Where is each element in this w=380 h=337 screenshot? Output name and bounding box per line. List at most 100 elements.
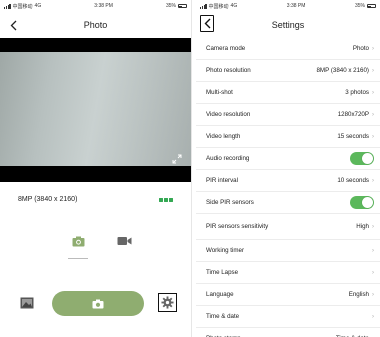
settings-row-label: Photo resolution — [206, 66, 251, 74]
chevron-right-icon: › — [372, 247, 374, 254]
settings-row-video-length[interactable]: Video length 15 seconds › — [196, 126, 380, 148]
settings-row-pir-interval[interactable]: PIR interval 10 seconds › — [196, 170, 380, 192]
settings-row-control: › — [372, 248, 374, 254]
settings-row-control — [350, 196, 374, 209]
settings-row-label: Camera mode — [206, 44, 246, 52]
gallery-icon[interactable] — [20, 297, 34, 309]
preview-image — [0, 52, 191, 166]
nav-bar: Settings — [196, 12, 380, 38]
settings-row-label: Working timer — [206, 246, 245, 254]
settings-list: Camera mode Photo › Photo resolution 8MP (38… — [196, 38, 380, 337]
chevron-right-icon: › — [372, 89, 374, 96]
settings-row-label: Time & date — [206, 312, 240, 320]
camera-icon — [92, 299, 104, 308]
chevron-right-icon: › — [372, 111, 374, 118]
settings-row-control: English › — [349, 291, 374, 298]
chevron-right-icon: › — [372, 67, 374, 74]
resolution-row: 8MP (3840 x 2160) — [18, 196, 173, 203]
settings-row-value: 10 seconds — [337, 177, 369, 184]
settings-row-audio-recording[interactable]: Audio recording — [196, 148, 380, 170]
settings-row-label: Multi-shot — [206, 88, 233, 96]
settings-row-multi-shot[interactable]: Multi-shot 3 photos › — [196, 82, 380, 104]
chevron-right-icon: › — [372, 45, 374, 52]
settings-row-time-date[interactable]: Time & date › — [196, 306, 380, 328]
battery-percent: 35% — [165, 3, 176, 9]
settings-row-label: PIR sensors sensitivity — [206, 222, 269, 230]
video-camera-icon — [117, 237, 131, 245]
clock: 3:38 PM — [94, 3, 113, 9]
settings-row-label: Video resolution — [206, 110, 251, 118]
settings-row-value: 8MP (3840 x 2160) — [316, 67, 369, 74]
settings-row-label: Language — [206, 290, 234, 298]
settings-row-camera-mode[interactable]: Camera mode Photo › — [196, 38, 380, 60]
bottom-toolbar — [0, 290, 191, 318]
settings-row-control: Photo › — [353, 45, 374, 52]
settings-row-pir-sensors-sensitivity[interactable]: PIR sensors sensitivity High › — [196, 214, 380, 240]
settings-row-value: 15 seconds — [337, 133, 369, 140]
camera-preview — [0, 38, 191, 182]
signal-icon — [4, 4, 11, 9]
settings-row-control: High › — [356, 223, 374, 230]
expand-icon[interactable] — [172, 154, 182, 164]
back-button[interactable] — [200, 15, 214, 32]
battery-icon — [177, 4, 187, 8]
settings-row-label: Side PIR sensors — [206, 198, 254, 206]
battery-percent: 35% — [354, 3, 365, 9]
settings-row-video-resolution[interactable]: Video resolution 1280x720P › — [196, 104, 380, 126]
settings-row-control — [350, 152, 374, 165]
settings-row-photo-resolution[interactable]: Photo resolution 8MP (3840 x 2160) › — [196, 60, 380, 82]
chevron-right-icon: › — [372, 133, 374, 140]
resolution-label: 8MP (3840 x 2160) — [18, 196, 78, 203]
video-mode-button[interactable] — [114, 236, 134, 254]
clock: 3:38 PM — [286, 3, 306, 9]
settings-row-value: English — [348, 291, 369, 298]
carrier-label: 中国移动 — [12, 3, 33, 10]
settings-row-control: 3 photos › — [345, 89, 374, 96]
settings-row-value: High — [356, 223, 369, 230]
gear-icon — [161, 296, 174, 309]
settings-screen: 中国移动 4G 3:38 PM 35% Settings Camera mode… — [196, 0, 380, 337]
nav-bar: Photo — [0, 12, 191, 38]
chevron-right-icon: › — [372, 223, 374, 230]
carrier-label: 中国移动 — [208, 3, 229, 10]
settings-row-control: › — [372, 314, 374, 320]
signal-strength-icon — [159, 197, 173, 202]
settings-button[interactable] — [158, 293, 177, 312]
photo-screen: 中国移动 4G 3:38 PM 35% Photo 8MP (3840 x 21… — [0, 0, 192, 337]
settings-row-value: Photo — [352, 45, 369, 52]
settings-row-label: PIR interval — [206, 176, 238, 184]
settings-row-time-lapse[interactable]: Time Lapse › — [196, 262, 380, 284]
signal-icon — [200, 4, 207, 9]
page-title: Settings — [271, 20, 305, 30]
settings-row-label: Video length — [206, 132, 241, 140]
settings-row-control: 1280x720P › — [338, 111, 374, 118]
network-label: 4G — [34, 3, 42, 9]
toggle-switch[interactable] — [350, 152, 374, 165]
settings-row-control: 15 seconds › — [337, 133, 374, 140]
settings-row-language[interactable]: Language English › — [196, 284, 380, 306]
chevron-right-icon: › — [372, 177, 374, 184]
settings-row-control: 10 seconds › — [337, 177, 374, 184]
chevron-right-icon: › — [372, 313, 374, 320]
camera-icon — [72, 236, 84, 247]
chevron-left-icon — [204, 18, 210, 29]
settings-row-control: › — [372, 270, 374, 276]
settings-row-label: Audio recording — [206, 154, 250, 162]
status-bar: 中国移动 4G 3:38 PM 35% — [196, 0, 380, 12]
chevron-right-icon: › — [372, 269, 374, 276]
shutter-button[interactable] — [52, 291, 144, 316]
status-bar: 中国移动 4G 3:38 PM 35% — [0, 0, 191, 12]
settings-row-working-timer[interactable]: Working timer › — [196, 240, 380, 262]
settings-row-photo-stamp[interactable]: Photo stampTime & date› — [196, 328, 380, 337]
chevron-right-icon: › — [372, 291, 374, 298]
settings-row-side-pir-sensors[interactable]: Side PIR sensors — [196, 192, 380, 214]
settings-row-value: 1280x720P — [337, 111, 369, 118]
settings-row-value: 3 photos — [345, 89, 369, 96]
battery-icon — [366, 4, 376, 8]
settings-row-label: Time Lapse — [206, 268, 239, 276]
settings-row-control: 8MP (3840 x 2160) › — [316, 67, 374, 74]
page-title: Photo — [83, 20, 108, 30]
toggle-switch[interactable] — [350, 196, 374, 209]
photo-mode-button[interactable] — [68, 236, 88, 259]
back-button[interactable] — [6, 16, 20, 34]
